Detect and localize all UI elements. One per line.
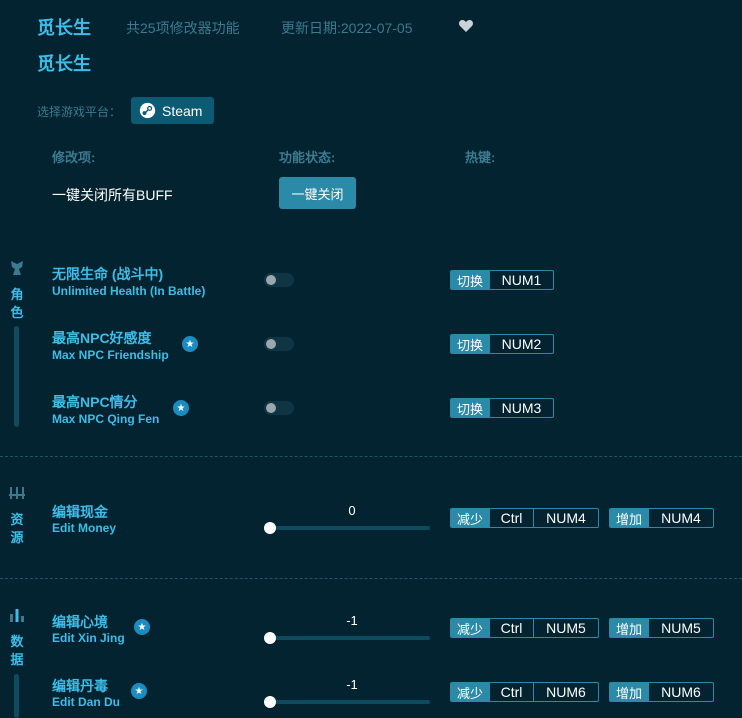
item-health-name-en: Unlimited Health (In Battle) (52, 284, 206, 298)
hotkey-tag: 切换 (451, 271, 490, 289)
close-all-button[interactable]: 一键关闭 (279, 177, 356, 209)
hotkey-tag: 切换 (451, 399, 490, 417)
money-increase-hotkey[interactable]: 增加 NUM4 (609, 508, 714, 528)
money-decrease-hotkey[interactable]: 减少 Ctrl NUM4 (450, 508, 599, 528)
section-label-character-1: 角 (10, 287, 24, 302)
item-friendship-name: 最高NPC好感度 (52, 330, 152, 346)
section-label-resources-1: 资 (10, 512, 24, 527)
hotkey-tag: 切换 (451, 335, 490, 353)
hotkey-key: NUM3 (489, 399, 553, 417)
hotkey-key: NUM1 (489, 271, 553, 289)
steam-platform-button[interactable]: Steam (131, 97, 214, 124)
hotkey-tag: 减少 (451, 509, 490, 527)
qingfen-toggle[interactable] (264, 401, 294, 415)
star-icon: ★ (131, 683, 147, 699)
column-header-item: 修改项: (52, 150, 96, 165)
toggle-knob (266, 403, 276, 413)
xinjing-slider-knob[interactable] (264, 632, 276, 644)
health-toggle[interactable] (264, 273, 294, 287)
money-value: 0 (348, 503, 356, 518)
star-icon: ★ (182, 336, 198, 352)
hotkey-modifier: Ctrl (489, 509, 533, 527)
hotkey-tag: 减少 (451, 683, 490, 701)
hotkey-modifier: Ctrl (489, 683, 533, 701)
app-title: 觅长生 (37, 18, 91, 38)
game-title: 觅长生 (37, 54, 91, 74)
money-slider-knob[interactable] (264, 522, 276, 534)
heart-icon[interactable] (458, 18, 474, 34)
hotkey-tag: 增加 (610, 683, 649, 701)
resources-icon (9, 487, 25, 499)
star-icon: ★ (134, 619, 150, 635)
section-label-character-2: 色 (10, 305, 24, 320)
character-icon (11, 261, 23, 275)
item-qingfen-name-en: Max NPC Qing Fen (52, 412, 160, 426)
item-qingfen-name: 最高NPC情分 (52, 394, 138, 410)
toggle-knob (266, 275, 276, 285)
xinjing-increase-hotkey[interactable]: 增加 NUM5 (609, 618, 714, 638)
xinjing-decrease-hotkey[interactable]: 减少 Ctrl NUM5 (450, 618, 599, 638)
data-icon (10, 609, 24, 622)
friendship-toggle[interactable] (264, 337, 294, 351)
xinjing-slider-track[interactable] (270, 636, 430, 640)
item-health-name: 无限生命 (战斗中) (52, 266, 164, 282)
item-friendship-name-en: Max NPC Friendship (52, 348, 169, 362)
dandu-slider-knob[interactable] (264, 696, 276, 708)
item-dandu-name: 编辑丹毒 (52, 678, 108, 694)
money-slider-track[interactable] (270, 526, 430, 530)
hotkey-modifier: Ctrl (489, 619, 533, 637)
update-date: 更新日期:2022-07-05 (281, 20, 413, 36)
hotkey-key: NUM5 (648, 619, 713, 637)
steam-label: Steam (162, 102, 203, 119)
section-divider (0, 456, 742, 457)
dandu-value: -1 (346, 677, 358, 692)
item-money-name: 编辑现金 (52, 504, 108, 520)
hotkey-key: NUM4 (648, 509, 713, 527)
dandu-decrease-hotkey[interactable]: 减少 Ctrl NUM6 (450, 682, 599, 702)
dandu-slider-track[interactable] (270, 700, 430, 704)
section-divider (0, 578, 742, 579)
item-xinjing-name: 编辑心境 (52, 614, 108, 630)
hotkey-key: NUM6 (648, 683, 713, 701)
hotkey-tag: 减少 (451, 619, 490, 637)
dandu-increase-hotkey[interactable]: 增加 NUM6 (609, 682, 714, 702)
star-icon: ★ (173, 400, 189, 416)
hotkey-key: NUM6 (533, 683, 598, 701)
toggle-knob (266, 339, 276, 349)
item-money-name-en: Edit Money (52, 521, 117, 535)
feature-count: 共25项修改器功能 (126, 20, 240, 36)
hotkey-key: NUM5 (533, 619, 598, 637)
xinjing-value: -1 (346, 613, 358, 628)
qingfen-hotkey[interactable]: 切换 NUM3 (450, 398, 554, 418)
section-label-resources-2: 源 (10, 530, 24, 545)
section-scrollbar (14, 326, 19, 427)
column-header-hotkey: 热键: (465, 150, 496, 165)
hotkey-key: NUM4 (533, 509, 598, 527)
item-xinjing-name-en: Edit Xin Jing (52, 631, 125, 645)
section-scrollbar (14, 674, 19, 718)
hotkey-tag: 增加 (610, 509, 649, 527)
hotkey-tag: 增加 (610, 619, 649, 637)
close-all-buff-label: 一键关闭所有BUFF (52, 187, 173, 203)
friendship-hotkey[interactable]: 切换 NUM2 (450, 334, 554, 354)
column-header-status: 功能状态: (279, 150, 336, 165)
health-hotkey[interactable]: 切换 NUM1 (450, 270, 554, 290)
platform-label: 选择游戏平台： (37, 105, 122, 119)
section-label-data-1: 数 (10, 634, 24, 649)
hotkey-key: NUM2 (489, 335, 553, 353)
item-dandu-name-en: Edit Dan Du (52, 695, 120, 709)
steam-icon (139, 102, 156, 119)
section-label-data-2: 据 (10, 652, 24, 667)
